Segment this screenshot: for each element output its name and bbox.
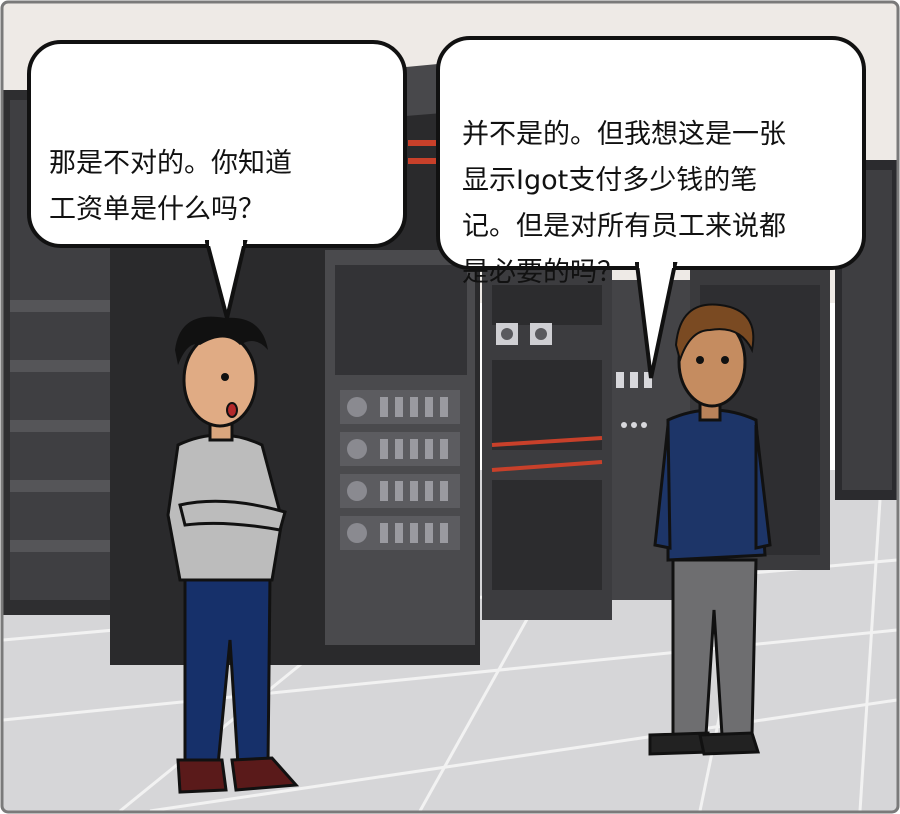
comic-panel: 那是不对的。你知道 工资单是什么吗？ 并不是的。但我想这是一张 显示Igot支付… (0, 0, 900, 814)
speech-text-right: 并不是的。但我想这是一张 显示Igot支付多少钱的笔 记。但是对所有员工来说都 … (462, 119, 786, 288)
bubble-tail-left (205, 240, 248, 319)
speech-bubble-right: 并不是的。但我想这是一张 显示Igot支付多少钱的笔 记。但是对所有员工来说都 … (436, 36, 866, 288)
speech-bubble-left: 那是不对的。你知道 工资单是什么吗？ (27, 40, 407, 248)
speech-text-left: 那是不对的。你知道 工资单是什么吗？ (49, 148, 292, 225)
bubble-tail-right (635, 262, 678, 379)
